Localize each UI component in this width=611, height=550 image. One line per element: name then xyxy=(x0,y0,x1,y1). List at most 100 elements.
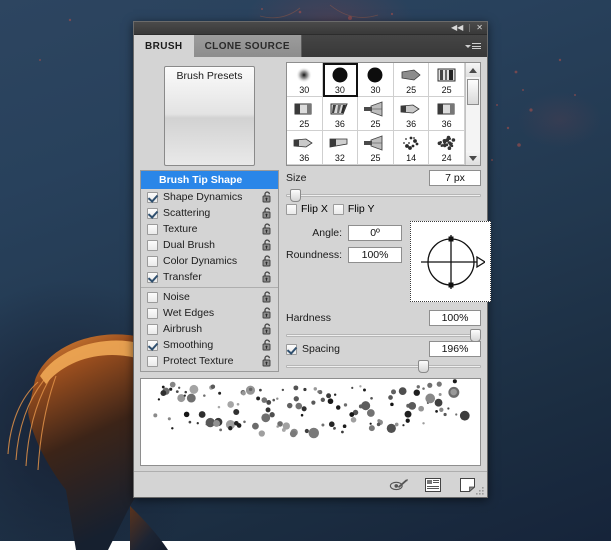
brush-tip-cell[interactable]: 25 xyxy=(358,131,394,165)
fan-icon xyxy=(362,99,388,119)
brush-tip-cell[interactable]: 36 xyxy=(394,97,430,131)
brush-tip-cell[interactable]: 30 xyxy=(323,63,359,97)
option-checkbox[interactable] xyxy=(147,340,158,351)
panel-titlebar: ◀◀ ✕ xyxy=(134,22,487,35)
tab-clone-source-label: CLONE SOURCE xyxy=(205,41,290,52)
option-checkbox[interactable] xyxy=(147,356,158,367)
unlocked-padlock-icon[interactable] xyxy=(261,291,273,303)
size-row: Size 7 px xyxy=(286,170,481,186)
spacing-checkbox[interactable] xyxy=(286,344,297,355)
size-input[interactable]: 7 px xyxy=(429,170,481,186)
brush-angle-roundness-widget[interactable] xyxy=(410,221,491,302)
open-preset-manager-icon[interactable] xyxy=(423,477,443,493)
hard-round-icon xyxy=(327,65,353,85)
option-checkbox[interactable] xyxy=(147,240,158,251)
spacing-row: Spacing 196% xyxy=(286,341,481,357)
unlocked-padlock-icon[interactable] xyxy=(261,223,273,235)
panel-menu-button[interactable] xyxy=(463,35,487,57)
unlocked-padlock-icon[interactable] xyxy=(261,339,273,351)
scrollbar-thumb[interactable] xyxy=(467,79,479,105)
brush-tip-cell[interactable]: 24 xyxy=(429,131,465,165)
sidebar-item-scattering[interactable]: Scattering xyxy=(141,205,278,221)
unlocked-padlock-icon[interactable] xyxy=(261,191,273,203)
hardness-slider-thumb[interactable] xyxy=(470,329,481,342)
angle-input[interactable]: 0º xyxy=(348,225,402,241)
flip-y-label: Flip Y xyxy=(348,203,375,215)
size-slider-thumb[interactable] xyxy=(290,189,301,202)
sidebar-item-noise[interactable]: Noise xyxy=(141,287,278,305)
brush-tip-cell[interactable]: 32 xyxy=(323,131,359,165)
brush-tip-cell[interactable]: 25 xyxy=(287,97,323,131)
brush-presets-button[interactable]: Brush Presets xyxy=(164,66,256,166)
unlocked-padlock-icon[interactable] xyxy=(261,271,273,283)
brush-tip-size-label: 25 xyxy=(406,85,416,96)
sidebar-item-smoothing[interactable]: Smoothing xyxy=(141,337,278,353)
brush-tip-cell[interactable]: 36 xyxy=(323,97,359,131)
flip-y-checkbox[interactable] xyxy=(333,204,344,215)
hardness-slider[interactable] xyxy=(286,328,481,334)
brush-tip-cell[interactable]: 30 xyxy=(358,63,394,97)
tab-clone-source[interactable]: CLONE SOURCE xyxy=(194,35,302,57)
flat-block-icon xyxy=(434,99,460,119)
sidebar-item-brush-tip-shape[interactable]: Brush Tip Shape xyxy=(141,171,278,189)
option-checkbox[interactable] xyxy=(147,256,158,267)
sidebar-item-shape-dynamics[interactable]: Shape Dynamics xyxy=(141,189,278,205)
roundness-input[interactable]: 100% xyxy=(348,247,402,263)
brush-tip-cell[interactable]: 25 xyxy=(358,97,394,131)
unlocked-padlock-icon[interactable] xyxy=(261,239,273,251)
roundness-label: Roundness: xyxy=(286,249,342,261)
brush-tip-cell[interactable]: 25 xyxy=(394,63,430,97)
option-checkbox[interactable] xyxy=(147,292,158,303)
flat-block-icon xyxy=(291,99,317,119)
create-new-brush-icon[interactable] xyxy=(457,477,477,493)
unlocked-padlock-icon[interactable] xyxy=(261,255,273,267)
hamburger-icon xyxy=(472,43,481,49)
brush-tip-size-label: 25 xyxy=(370,153,380,164)
tab-brush[interactable]: BRUSH xyxy=(134,35,194,57)
spacing-input[interactable]: 196% xyxy=(429,341,481,357)
option-checkbox[interactable] xyxy=(147,224,158,235)
spacing-slider[interactable] xyxy=(286,359,481,365)
sidebar-item-protect-texture[interactable]: Protect Texture xyxy=(141,353,278,369)
close-icon[interactable]: ✕ xyxy=(476,24,483,32)
option-checkbox[interactable] xyxy=(147,208,158,219)
size-label: Size xyxy=(286,172,306,184)
option-checkbox[interactable] xyxy=(147,308,158,319)
spacing-slider-thumb[interactable] xyxy=(418,360,429,373)
sidebar-item-wet-edges[interactable]: Wet Edges xyxy=(141,305,278,321)
unlocked-padlock-icon[interactable] xyxy=(261,207,273,219)
scroll-down-button[interactable] xyxy=(466,151,480,165)
sidebar-item-color-dynamics[interactable]: Color Dynamics xyxy=(141,253,278,269)
unlocked-padlock-icon[interactable] xyxy=(261,323,273,335)
sidebar-item-transfer[interactable]: Transfer xyxy=(141,269,278,285)
scrollbar-track[interactable] xyxy=(466,77,480,151)
sidebar-item-dual-brush[interactable]: Dual Brush xyxy=(141,237,278,253)
brush-tip-size-label: 30 xyxy=(299,85,309,96)
angle-roundness-block: Angle: 0º Roundness: 100% xyxy=(286,221,481,302)
option-checkbox[interactable] xyxy=(147,272,158,283)
unlocked-padlock-icon[interactable] xyxy=(261,307,273,319)
angle-roundness-fields: Angle: 0º Roundness: 100% xyxy=(286,221,402,263)
sidebar-item-texture[interactable]: Texture xyxy=(141,221,278,237)
scroll-up-button[interactable] xyxy=(466,63,480,77)
flip-y-control[interactable]: Flip Y xyxy=(333,203,375,215)
size-slider[interactable] xyxy=(286,188,481,194)
collapse-to-icons-icon[interactable]: ◀◀ xyxy=(451,24,463,32)
resize-grip-icon[interactable] xyxy=(475,486,485,496)
toggle-live-tip-brush-icon[interactable] xyxy=(389,477,409,493)
triangle-down-icon xyxy=(465,45,471,48)
unlocked-padlock-icon[interactable] xyxy=(261,355,273,367)
brush-grid-scrollbar[interactable] xyxy=(465,63,480,165)
brush-tip-cell[interactable]: 14 xyxy=(394,131,430,165)
brush-tip-cell[interactable]: 30 xyxy=(287,63,323,97)
flip-x-control[interactable]: Flip X xyxy=(286,203,328,215)
sidebar-item-label: Texture xyxy=(163,223,256,235)
brush-tip-cell[interactable]: 36 xyxy=(429,97,465,131)
option-checkbox[interactable] xyxy=(147,192,158,203)
option-checkbox[interactable] xyxy=(147,324,158,335)
brush-tip-cell[interactable]: 36 xyxy=(287,131,323,165)
flip-x-checkbox[interactable] xyxy=(286,204,297,215)
brush-tip-cell[interactable]: 25 xyxy=(429,63,465,97)
sidebar-item-airbrush[interactable]: Airbrush xyxy=(141,321,278,337)
hardness-input[interactable]: 100% xyxy=(429,310,481,326)
